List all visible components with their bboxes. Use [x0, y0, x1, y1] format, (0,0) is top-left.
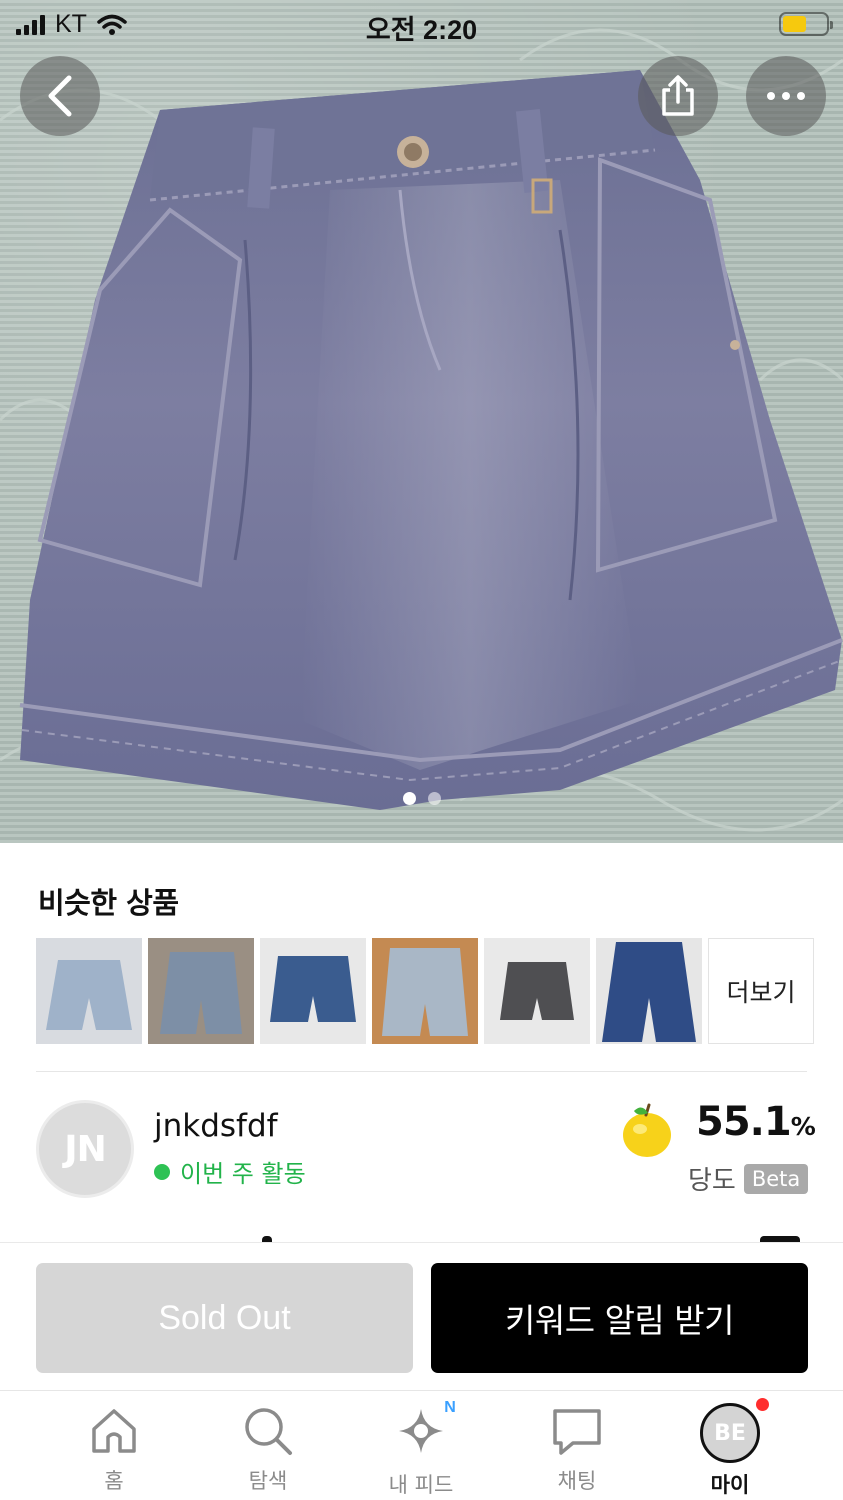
- sweetness-label: 당도: [688, 1166, 736, 1196]
- tab-label: 채팅: [557, 1469, 597, 1493]
- my-avatar: BE: [700, 1398, 769, 1463]
- similar-product-thumb[interactable]: [148, 938, 254, 1044]
- seller-avatar[interactable]: JN: [36, 1100, 134, 1198]
- similar-product-thumb[interactable]: [596, 938, 702, 1044]
- seller-activity-status: 이번 주 활동: [154, 1154, 306, 1189]
- shorts-thumbnail-image: [160, 952, 242, 1034]
- keyword-alert-button[interactable]: 키워드 알림 받기: [431, 1263, 808, 1373]
- divider: [36, 1071, 807, 1072]
- search-icon: [245, 1408, 292, 1455]
- similar-product-thumb[interactable]: [372, 938, 478, 1044]
- back-button[interactable]: [20, 56, 100, 136]
- denim-shorts-image: [19, 70, 843, 810]
- sweetness-value: 55.1: [696, 1099, 792, 1145]
- page-dot-active: [402, 792, 416, 805]
- sweetness-label-row[interactable]: 당도 Beta: [688, 1160, 809, 1197]
- tab-chat[interactable]: 채팅: [522, 1403, 632, 1495]
- purchase-action-bar: Sold Out 키워드 알림 받기: [0, 1242, 843, 1390]
- battery-icon: [779, 12, 833, 36]
- shorts-thumbnail-image: [500, 962, 574, 1020]
- seller-name[interactable]: jnkdsfdf: [154, 1108, 278, 1144]
- sweetness-score: 55.1%: [696, 1099, 816, 1145]
- activity-label: 이번 주 활동: [180, 1160, 306, 1188]
- beta-badge: Beta: [743, 1163, 809, 1194]
- tab-label: 홈: [104, 1469, 124, 1493]
- similar-product-thumb[interactable]: [36, 938, 142, 1044]
- notification-dot: [756, 1398, 769, 1411]
- tab-home[interactable]: 홈: [59, 1403, 169, 1495]
- chevron-left-icon: [48, 75, 72, 117]
- my-initials: BE: [714, 1420, 746, 1446]
- shorts-thumbnail-image: [46, 960, 132, 1030]
- tab-label: 마이: [710, 1473, 750, 1497]
- similar-products-title: 비슷한 상품: [38, 886, 179, 920]
- shorts-thumbnail-image: [270, 956, 356, 1022]
- similar-product-thumb[interactable]: [260, 938, 366, 1044]
- apple-icon: [623, 1103, 671, 1157]
- tab-label: 내 피드: [388, 1473, 454, 1497]
- share-button[interactable]: [638, 56, 718, 136]
- bottom-tab-bar: 홈 탐색 N 내 피드 채팅 BE 마이: [0, 1390, 843, 1500]
- share-icon: [662, 75, 694, 116]
- clock: 오전 2:20: [365, 15, 478, 45]
- similar-product-thumb[interactable]: [484, 938, 590, 1044]
- active-dot-icon: [154, 1163, 170, 1180]
- tab-search[interactable]: 탐색: [213, 1403, 323, 1495]
- more-horizontal-icon: [767, 92, 805, 100]
- gallery-page-indicator: [0, 792, 843, 805]
- tab-my-feed[interactable]: N 내 피드: [366, 1397, 476, 1499]
- more-options-button[interactable]: [746, 56, 826, 136]
- tab-my[interactable]: BE 마이: [675, 1398, 785, 1499]
- shorts-thumbnail-image: [602, 942, 696, 1042]
- product-photo[interactable]: KT 오전 2:20: [0, 0, 843, 843]
- similar-products-list: 더보기: [36, 938, 814, 1044]
- chat-icon: [553, 1409, 601, 1455]
- page-dot: [427, 792, 441, 805]
- sold-out-button[interactable]: Sold Out: [36, 1263, 413, 1373]
- see-more-button[interactable]: 더보기: [708, 938, 814, 1044]
- new-badge: N: [439, 1397, 461, 1419]
- tab-label: 탐색: [248, 1469, 288, 1493]
- shorts-thumbnail-image: [382, 948, 468, 1036]
- home-icon: [92, 1409, 136, 1453]
- sweetness-unit: %: [790, 1112, 816, 1141]
- status-bar: KT 오전 2:20: [0, 0, 843, 48]
